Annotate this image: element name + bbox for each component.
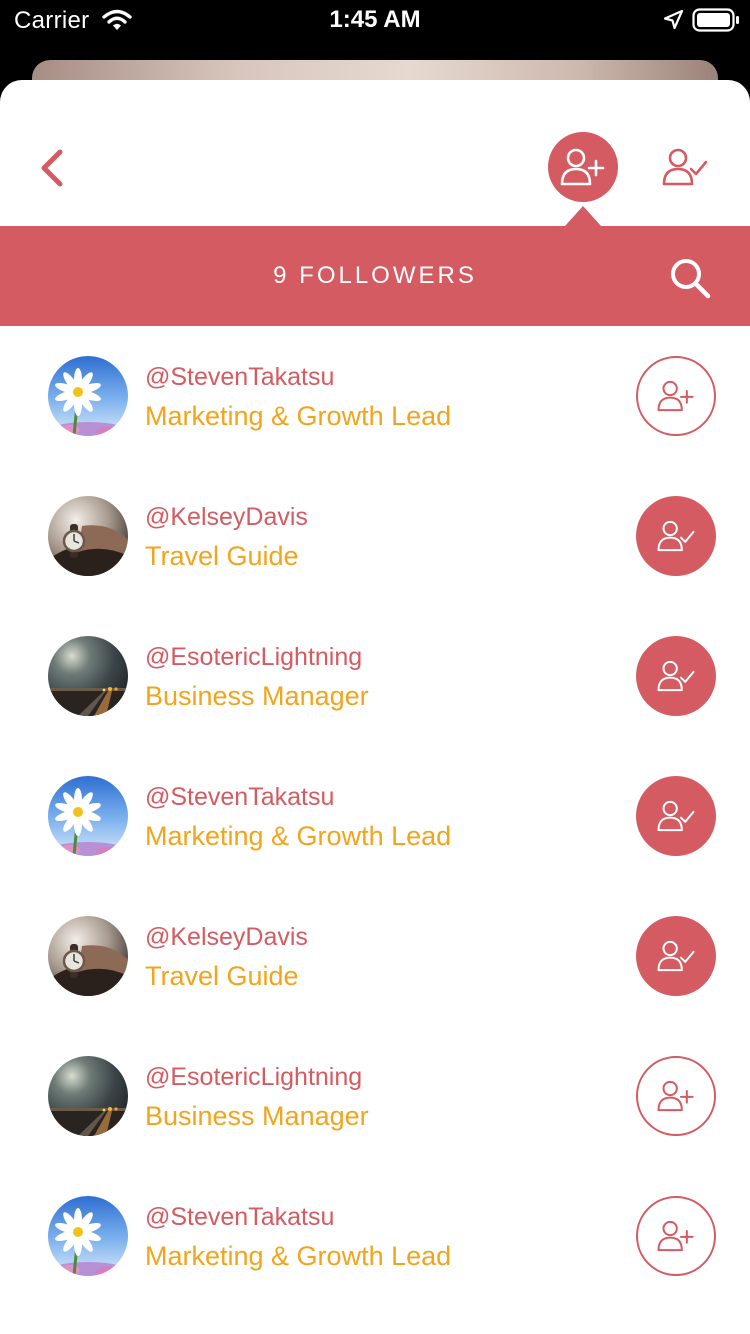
back-button[interactable] <box>32 146 76 190</box>
avatar[interactable] <box>48 1196 128 1276</box>
user-check-icon <box>657 520 695 552</box>
tab-followers[interactable] <box>548 132 618 202</box>
follower-handle[interactable]: @StevenTakatsu <box>145 1203 334 1232</box>
follower-row: @KelseyDavis Travel Guide <box>0 466 750 606</box>
follower-handle[interactable]: @EsotericLightning <box>145 643 362 672</box>
tab-following[interactable] <box>652 134 718 200</box>
follower-handle[interactable]: @StevenTakatsu <box>145 783 334 812</box>
avatar[interactable] <box>48 496 128 576</box>
follower-handle[interactable]: @EsotericLightning <box>145 1063 362 1092</box>
chevron-left-icon <box>41 149 63 187</box>
following-button[interactable] <box>636 776 716 856</box>
follower-row: @StevenTakatsu Marketing & Growth Lead <box>0 326 750 466</box>
follower-list: @StevenTakatsu Marketing & Growth Lead @… <box>0 326 750 1306</box>
user-add-icon <box>657 1220 694 1252</box>
follow-button[interactable] <box>636 1196 716 1276</box>
followers-count-title: 9 FOLLOWERS <box>273 262 477 289</box>
follower-role: Travel Guide <box>145 541 299 571</box>
follow-button[interactable] <box>636 356 716 436</box>
following-button[interactable] <box>636 496 716 576</box>
avatar[interactable] <box>48 636 128 716</box>
user-add-icon <box>657 1080 694 1112</box>
user-check-icon <box>657 940 695 972</box>
following-button[interactable] <box>636 916 716 996</box>
follower-row: @StevenTakatsu Marketing & Growth Lead <box>0 746 750 886</box>
search-button[interactable] <box>666 254 714 302</box>
follower-handle[interactable]: @KelseyDavis <box>145 503 308 532</box>
follower-row: @StevenTakatsu Marketing & Growth Lead <box>0 1166 750 1306</box>
avatar[interactable] <box>48 776 128 856</box>
follower-row: @EsotericLightning Business Manager <box>0 606 750 746</box>
follower-row: @EsotericLightning Business Manager <box>0 1026 750 1166</box>
user-check-icon <box>657 660 695 692</box>
tab-indicator <box>565 206 601 226</box>
follow-button[interactable] <box>636 1056 716 1136</box>
clock-label: 1:45 AM <box>329 6 421 33</box>
follower-handle[interactable]: @StevenTakatsu <box>145 363 334 392</box>
followers-sheet: 9 FOLLOWERS @StevenTakatsu Marketing & G… <box>0 80 750 1334</box>
follower-role: Marketing & Growth Lead <box>145 821 452 851</box>
following-button[interactable] <box>636 636 716 716</box>
avatar[interactable] <box>48 1056 128 1136</box>
battery-icon <box>692 8 740 37</box>
user-add-icon <box>657 380 694 412</box>
location-arrow-icon <box>662 9 684 36</box>
search-icon <box>671 259 711 299</box>
avatar[interactable] <box>48 356 128 436</box>
status-bar: Carrier 1:45 AM <box>0 0 750 40</box>
follower-role: Travel Guide <box>145 961 299 991</box>
follower-role: Marketing & Growth Lead <box>145 401 452 431</box>
follower-role: Business Manager <box>145 681 369 711</box>
user-check-icon <box>657 800 695 832</box>
followers-banner: 9 FOLLOWERS <box>0 226 750 326</box>
follower-role: Business Manager <box>145 1101 369 1131</box>
avatar[interactable] <box>48 916 128 996</box>
follower-row: @KelseyDavis Travel Guide <box>0 886 750 1026</box>
user-check-icon <box>662 148 708 186</box>
follower-role: Marketing & Growth Lead <box>145 1241 452 1271</box>
follower-handle[interactable]: @KelseyDavis <box>145 923 308 952</box>
user-add-icon <box>560 148 605 186</box>
